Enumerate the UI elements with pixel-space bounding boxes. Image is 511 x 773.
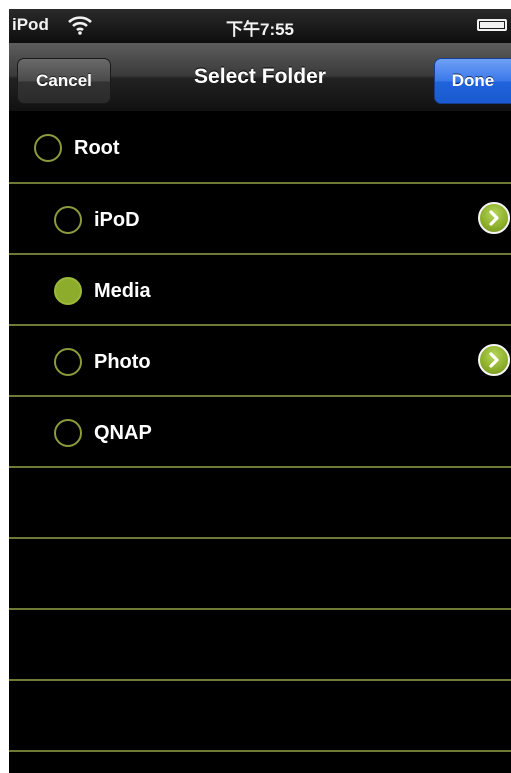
folder-row-root[interactable]: Root xyxy=(9,112,511,184)
disclosure-arrow-icon[interactable] xyxy=(478,202,510,234)
folder-row-media[interactable]: Media xyxy=(9,255,511,326)
empty-row xyxy=(9,610,511,681)
done-button[interactable]: Done xyxy=(434,58,511,104)
folder-label: Root xyxy=(74,137,120,159)
phone-screen: iPod 下午7:55 Cancel Select Folder Done Ro… xyxy=(9,9,511,773)
radio-unselected-icon[interactable] xyxy=(54,348,82,376)
folder-label: Media xyxy=(94,280,151,302)
radio-unselected-icon[interactable] xyxy=(54,419,82,447)
empty-row xyxy=(9,468,511,539)
empty-row xyxy=(9,539,511,610)
radio-selected-icon[interactable] xyxy=(54,277,82,305)
radio-unselected-icon[interactable] xyxy=(54,206,82,234)
navigation-bar: Cancel Select Folder Done xyxy=(9,43,511,112)
folder-label: Photo xyxy=(94,351,151,373)
empty-row xyxy=(9,681,511,752)
cancel-button[interactable]: Cancel xyxy=(17,58,111,104)
folder-label: QNAP xyxy=(94,422,152,444)
page-title: Select Folder xyxy=(194,65,326,88)
folder-row-photo[interactable]: Photo xyxy=(9,326,511,397)
radio-unselected-icon[interactable] xyxy=(34,134,62,162)
folder-label: iPoD xyxy=(94,209,140,231)
folder-row-ipod[interactable]: iPoD xyxy=(9,184,511,255)
folder-row-qnap[interactable]: QNAP xyxy=(9,397,511,468)
status-bar: iPod 下午7:55 xyxy=(9,9,511,43)
folder-list: Root iPoD Media Photo QNAP xyxy=(9,112,511,752)
disclosure-arrow-icon[interactable] xyxy=(478,344,510,376)
clock-time: 下午7:55 xyxy=(225,20,295,39)
battery-icon xyxy=(477,19,507,31)
